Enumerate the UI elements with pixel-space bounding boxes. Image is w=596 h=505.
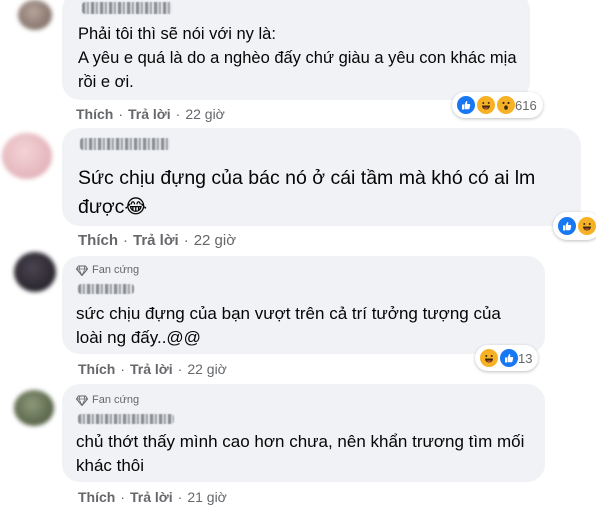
comment-actions: Thích · Trả lời · 22 giờ [78, 232, 236, 249]
separator-dot: · [120, 489, 126, 505]
separator-dot: · [175, 106, 181, 122]
comment-author-name[interactable] [80, 138, 170, 150]
avatar[interactable] [2, 133, 52, 179]
like-icon [455, 94, 477, 116]
comment-bubble: Fan cứng sức chịu đựng của bạn vượt trên… [62, 256, 545, 354]
reply-link[interactable]: Trả lời [128, 106, 171, 122]
reaction-count: 616 [515, 97, 537, 113]
haha-icon [475, 94, 497, 116]
avatar[interactable] [14, 390, 54, 426]
avatar[interactable] [14, 252, 56, 292]
reply-link[interactable]: Trả lời [130, 489, 173, 505]
reply-link[interactable]: Trả lời [133, 232, 179, 249]
like-icon [556, 215, 578, 237]
separator-dot: · [118, 106, 124, 122]
avatar[interactable] [18, 0, 52, 30]
comment-bubble: Phải tôi thì sẽ nói với ny là: A yêu e q… [62, 0, 530, 100]
haha-icon [478, 347, 500, 369]
comment-timestamp[interactable]: 22 giờ [187, 361, 227, 377]
diamond-icon [76, 264, 88, 276]
comment-timestamp[interactable]: 22 giờ [194, 232, 236, 249]
comment-timestamp[interactable]: 21 giờ [187, 489, 227, 505]
comment-text: Phải tôi thì sẽ nói với ny là: A yêu e q… [78, 25, 517, 91]
wow-icon [495, 94, 517, 116]
diamond-icon [76, 394, 88, 406]
like-link[interactable]: Thích [78, 361, 115, 377]
comment-bubble: Sức chịu đựng của bác nó ở cái tầm mà kh… [62, 128, 581, 226]
fan-badge[interactable]: Fan cứng [76, 264, 139, 276]
comment-author-name[interactable] [78, 284, 134, 294]
fan-badge-label: Fan cứng [92, 394, 140, 406]
separator-dot: · [177, 489, 183, 505]
like-link[interactable]: Thích [78, 232, 118, 249]
haha-icon [576, 215, 596, 237]
comment-text: Sức chịu đựng của bác nó ở cái tầm mà kh… [78, 167, 536, 218]
comment-author-name[interactable] [78, 414, 174, 424]
comment-bubble: Fan cứng chủ thớt thấy mình cao hơn chưa… [62, 384, 545, 482]
separator-dot: · [177, 361, 183, 377]
reaction-summary[interactable]: 616 [452, 92, 543, 118]
comment-author-name[interactable] [82, 2, 172, 14]
like-icon [498, 347, 520, 369]
reaction-count: 13 [518, 350, 533, 366]
fan-badge-label: Fan cứng [92, 264, 140, 276]
reaction-summary[interactable] [553, 212, 596, 240]
comment-actions: Thích · Trả lời · 21 giờ [78, 489, 227, 505]
fan-badge[interactable]: Fan cứng [76, 394, 139, 406]
comment-text: sức chịu đựng của bạn vượt trên cả trí t… [76, 304, 501, 347]
comment-text: chủ thớt thấy mình cao hơn chưa, nên khẩ… [76, 432, 525, 475]
separator-dot: · [120, 361, 126, 377]
comment-actions: Thích · Trả lời · 22 giờ [76, 106, 225, 122]
reply-link[interactable]: Trả lời [130, 361, 173, 377]
comment-timestamp[interactable]: 22 giờ [185, 106, 225, 122]
reaction-summary[interactable]: 13 [475, 345, 539, 371]
like-link[interactable]: Thích [76, 106, 113, 122]
like-link[interactable]: Thích [78, 489, 115, 505]
separator-dot: · [123, 232, 128, 249]
comment-actions: Thích · Trả lời · 22 giờ [78, 361, 227, 377]
separator-dot: · [183, 232, 189, 249]
